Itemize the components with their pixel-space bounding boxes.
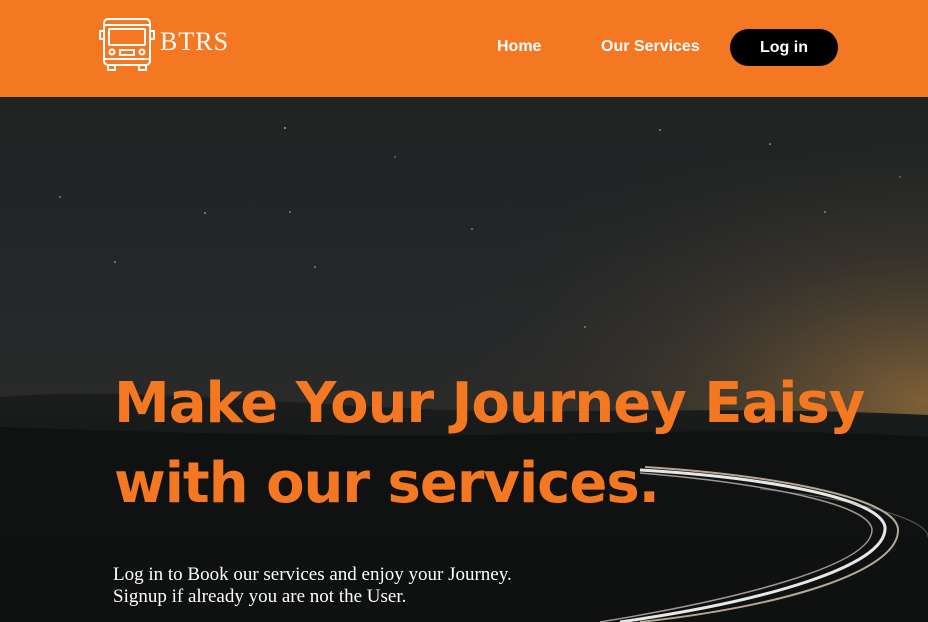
bus-icon	[99, 18, 155, 71]
hero-heading: Make Your Journey Eaisy with our service…	[114, 364, 894, 524]
hero-section: Make Your Journey Eaisy with our service…	[0, 97, 928, 622]
hero-subtext: Log in to Book our services and enjoy yo…	[113, 564, 512, 608]
hero-subtext-line-1: Log in to Book our services and enjoy yo…	[113, 564, 512, 585]
hero-heading-line-2: with our services.	[114, 451, 660, 516]
hero-subtext-line-2: Signup if already you are not the User.	[113, 586, 407, 607]
night-road-background-image	[0, 97, 928, 622]
nav-our-services-link[interactable]: Our Services	[601, 37, 700, 57]
login-button[interactable]: Log in	[730, 29, 838, 66]
brand-logo[interactable]: BTRS	[99, 15, 229, 71]
brand-name: BTRS	[160, 27, 230, 56]
nav-home-link[interactable]: Home	[497, 37, 541, 57]
hero-heading-line-1: Make Your Journey Eaisy	[114, 371, 865, 436]
site-header: BTRS Home Our Services Log in	[0, 0, 928, 97]
